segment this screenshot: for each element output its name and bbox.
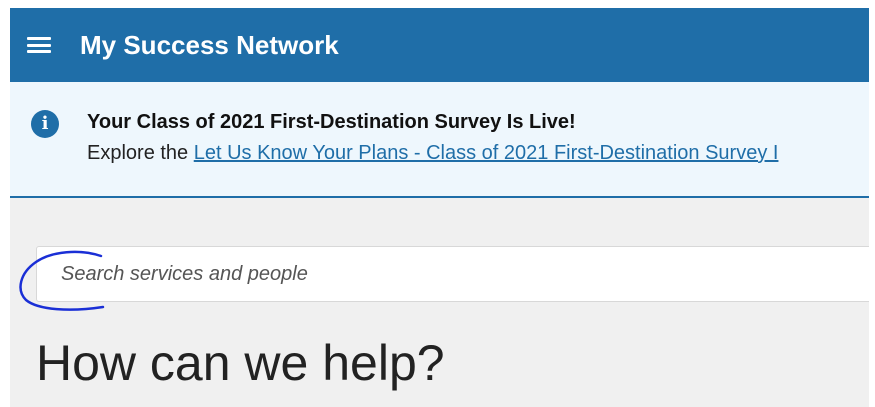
announcement-banner: i Your Class of 2021 First-Destination S… — [10, 82, 869, 198]
search-box — [36, 246, 869, 302]
app-title: My Success Network — [80, 29, 339, 60]
survey-link[interactable]: Let Us Know Your Plans - Class of 2021 F… — [194, 142, 779, 164]
page-headline: How can we help? — [36, 335, 445, 391]
app-frame: My Success Network i Your Class of 2021 … — [10, 8, 869, 407]
hamburger-menu-icon[interactable] — [27, 34, 55, 56]
banner-body-prefix: Explore the — [87, 142, 194, 164]
banner-title: Your Class of 2021 First-Destination Sur… — [87, 111, 576, 133]
top-navigation-bar: My Success Network — [10, 8, 869, 82]
search-input[interactable] — [37, 247, 869, 301]
info-icon: i — [31, 110, 59, 138]
banner-body: Explore the Let Us Know Your Plans - Cla… — [87, 142, 778, 165]
